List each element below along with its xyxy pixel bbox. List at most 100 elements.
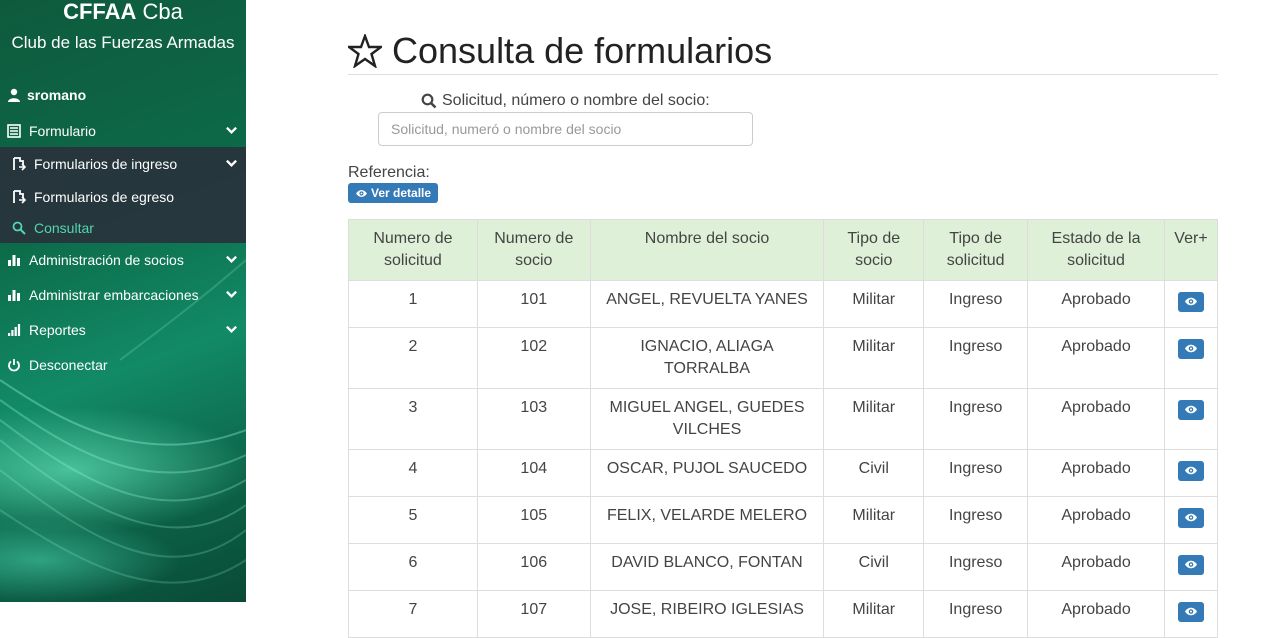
header-ver: Ver+ — [1163, 219, 1219, 281]
header-estado-solicitud[interactable]: Estado de la solicitud — [1027, 219, 1165, 281]
view-button[interactable] — [1177, 400, 1204, 420]
signal-icon — [8, 323, 21, 336]
view-button[interactable] — [1177, 461, 1204, 481]
cell-tipo-solicitud: Ingreso — [923, 280, 1029, 328]
cell-numero-socio: 104 — [476, 449, 591, 497]
nav-label: Formularios de ingreso — [34, 155, 178, 172]
nav-label: Administración de socios — [29, 251, 184, 268]
cell-ver — [1163, 449, 1219, 497]
cell-estado: Aprobado — [1027, 449, 1165, 497]
view-button[interactable] — [1177, 339, 1204, 359]
cell-numero-solicitud: 4 — [348, 449, 478, 497]
cell-estado: Aprobado — [1027, 388, 1165, 450]
eye-icon — [356, 189, 367, 197]
nav-administracion-socios[interactable]: Administración de socios — [0, 243, 246, 276]
ver-detalle-text: Ver detalle — [371, 186, 432, 200]
cell-nombre-socio: ANGEL, REVUELTA YANES — [589, 280, 825, 328]
eye-icon — [1184, 405, 1197, 414]
cell-tipo-solicitud: Ingreso — [923, 327, 1029, 389]
user-icon — [8, 88, 20, 102]
bar-chart-icon — [8, 254, 20, 266]
eye-icon — [1184, 297, 1197, 306]
chevron-down-icon — [226, 290, 237, 298]
table-row: 7 107 JOSE, RIBEIRO IGLESIAS Militar Ing… — [348, 590, 1219, 638]
cell-tipo-solicitud: Ingreso — [923, 496, 1029, 544]
cell-tipo-solicitud: Ingreso — [923, 449, 1029, 497]
nav-desconectar[interactable]: Desconectar — [0, 348, 246, 381]
username: sromano — [27, 87, 87, 103]
cell-numero-solicitud: 2 — [348, 327, 478, 389]
search-icon — [421, 93, 437, 109]
view-button[interactable] — [1177, 555, 1204, 575]
page-title: Consulta de formularios — [348, 30, 772, 72]
chevron-down-icon — [226, 325, 237, 333]
cell-nombre-socio: IGNACIO, ALIAGA TORRALBA — [589, 327, 825, 389]
cell-numero-solicitud: 3 — [348, 388, 478, 450]
cell-tipo-solicitud: Ingreso — [923, 388, 1029, 450]
list-icon — [7, 123, 21, 138]
cell-tipo-solicitud: Ingreso — [923, 543, 1029, 591]
header-numero-solicitud[interactable]: Numero de solicitud — [348, 219, 478, 281]
bar-chart-icon — [8, 289, 20, 301]
table-row: 5 105 FELIX, VELARDE MELERO Militar Ingr… — [348, 496, 1219, 544]
brand-title: CFFAA Cba — [0, 0, 246, 24]
nav-reportes[interactable]: Reportes — [0, 313, 246, 346]
table-row: 1 101 ANGEL, REVUELTA YANES Militar Ingr… — [348, 280, 1219, 328]
nav-label: Desconectar — [29, 356, 108, 373]
cell-numero-solicitud: 1 — [348, 280, 478, 328]
cell-numero-socio: 101 — [476, 280, 591, 328]
cell-ver — [1163, 496, 1219, 544]
header-tipo-socio[interactable]: Tipo de socio — [823, 219, 925, 281]
nav-label: Reportes — [29, 321, 86, 338]
header-tipo-solicitud[interactable]: Tipo de solicitud — [923, 219, 1029, 281]
search-label-text: Solicitud, número o nombre del socio: — [442, 92, 710, 109]
nav-consultar[interactable]: Consultar — [0, 213, 246, 243]
cell-numero-socio: 103 — [476, 388, 591, 450]
nav-label: Formulario — [29, 122, 96, 139]
cell-numero-solicitud: 5 — [348, 496, 478, 544]
cell-nombre-socio: FELIX, VELARDE MELERO — [589, 496, 825, 544]
table-header-row: Numero de solicitud Numero de socio Nomb… — [348, 219, 1219, 281]
sidebar: CFFAA Cba Club de las Fuerzas Armadas sr… — [0, 0, 246, 602]
form-out-icon — [13, 189, 26, 204]
power-icon — [8, 358, 20, 371]
search-label: Solicitud, número o nombre del socio: — [421, 92, 710, 110]
cell-numero-socio: 102 — [476, 327, 591, 389]
cell-numero-solicitud: 7 — [348, 590, 478, 638]
view-button[interactable] — [1177, 602, 1204, 622]
cell-ver — [1163, 590, 1219, 638]
cell-numero-socio: 107 — [476, 590, 591, 638]
user-info[interactable]: sromano — [7, 87, 86, 103]
header-numero-socio[interactable]: Numero de socio — [476, 219, 591, 281]
brand-subtitle: Club de las Fuerzas Armadas — [11, 33, 235, 52]
chevron-down-icon — [226, 255, 237, 263]
cell-ver — [1163, 388, 1219, 450]
chevron-down-icon — [226, 126, 237, 134]
ver-detalle-badge: Ver detalle — [348, 183, 439, 203]
table-row: 3 103 MIGUEL ANGEL, GUEDES VILCHES Milit… — [348, 388, 1219, 450]
cell-numero-socio: 106 — [476, 543, 591, 591]
search-input[interactable] — [378, 112, 753, 146]
nav-formulario[interactable]: Formulario — [0, 114, 246, 147]
chevron-down-icon — [226, 159, 237, 167]
nav-formularios-egreso[interactable]: Formularios de egreso — [0, 180, 246, 213]
form-in-icon — [13, 156, 26, 171]
cell-nombre-socio: MIGUEL ANGEL, GUEDES VILCHES — [589, 388, 825, 450]
nav-label: Administrar embarcaciones — [29, 286, 199, 303]
view-button[interactable] — [1177, 292, 1204, 312]
cell-ver — [1163, 327, 1219, 389]
nav-administrar-embarcaciones[interactable]: Administrar embarcaciones — [0, 278, 246, 311]
cell-tipo-socio: Civil — [823, 449, 925, 497]
header-nombre-socio[interactable]: Nombre del socio — [589, 219, 825, 281]
eye-icon — [1184, 344, 1197, 353]
eye-icon — [1184, 513, 1197, 522]
eye-icon — [1184, 466, 1197, 475]
cell-numero-socio: 105 — [476, 496, 591, 544]
table-row: 2 102 IGNACIO, ALIAGA TORRALBA Militar I… — [348, 327, 1219, 389]
view-button[interactable] — [1177, 508, 1204, 528]
brand-title-rest: Cba — [142, 0, 183, 24]
nav-formularios-ingreso[interactable]: Formularios de ingreso — [0, 147, 246, 180]
nav-label: Formularios de egreso — [34, 188, 175, 205]
cell-tipo-solicitud: Ingreso — [923, 590, 1029, 638]
cell-estado: Aprobado — [1027, 543, 1165, 591]
